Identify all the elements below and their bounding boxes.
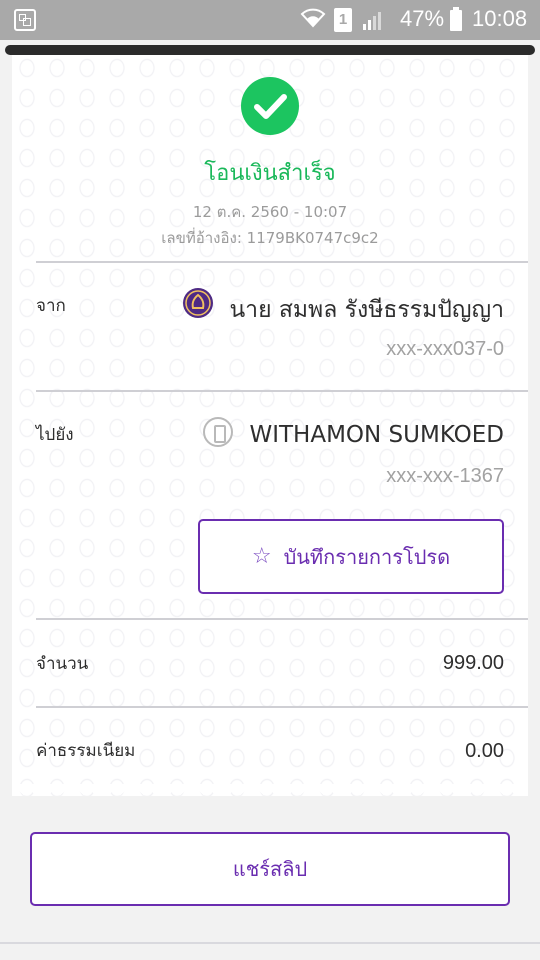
divider	[36, 261, 528, 263]
status-bar: 1 47% 10:08	[0, 0, 540, 40]
save-favorite-button[interactable]: ☆ บันทึกรายการโปรด	[198, 519, 504, 594]
battery-icon	[450, 7, 462, 31]
to-label: ไปยัง	[36, 425, 74, 445]
recipient-name: WITHAMON SUMKOED	[249, 422, 504, 448]
recipient-account: xxx-xxx-1367	[386, 465, 504, 487]
success-title: โอนเงินสำเร็จ	[204, 161, 336, 186]
signal-strength-icon	[363, 12, 381, 30]
bank-logo-icon	[183, 288, 213, 318]
sender-account: xxx-xxx037-0	[386, 338, 504, 360]
transaction-datetime: 12 ต.ค. 2560 - 10:07	[192, 203, 348, 221]
receipt-printer-slot	[5, 45, 535, 55]
screenshot-notification-icon	[14, 9, 36, 31]
sender-name: นาย สมพล รังษีธรรมปัญญา	[229, 297, 504, 323]
save-favorite-label: บันทึกรายการโปรด	[283, 544, 451, 569]
fee-value: 0.00	[465, 740, 504, 762]
divider	[36, 706, 528, 708]
phone-icon	[203, 417, 233, 447]
share-slip-label: แชร์สลิป	[232, 857, 308, 881]
wifi-icon	[300, 4, 326, 36]
battery-percentage: 47%	[400, 6, 445, 31]
divider	[36, 390, 528, 392]
clock: 10:08	[472, 6, 528, 31]
sim-card-icon: 1	[334, 8, 352, 32]
divider	[36, 618, 528, 620]
reference-number: เลขที่อ้างอิง: 1179BK0747c9c2	[161, 229, 379, 247]
bottom-divider	[0, 942, 540, 944]
amount-label: จำนวน	[36, 654, 89, 674]
share-slip-button[interactable]: แชร์สลิป	[30, 832, 510, 906]
fee-label: ค่าธรรมเนียม	[36, 741, 136, 761]
amount-value: 999.00	[442, 652, 504, 674]
from-label: จาก	[36, 296, 66, 316]
success-check-icon	[241, 77, 299, 135]
receipt-torn-edge	[12, 784, 528, 796]
star-icon: ☆	[251, 543, 272, 569]
